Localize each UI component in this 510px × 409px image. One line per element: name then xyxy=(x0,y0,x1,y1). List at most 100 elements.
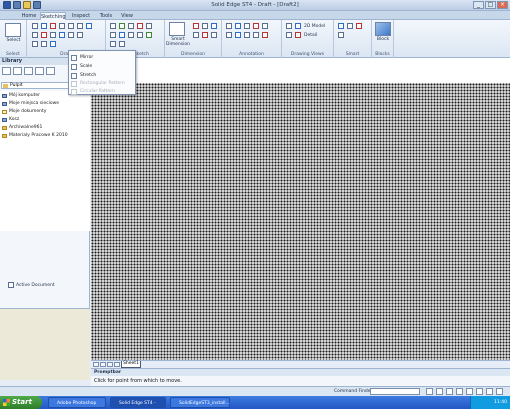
dimension-style-icon[interactable] xyxy=(211,32,217,38)
perpendicular-icon[interactable] xyxy=(110,32,116,38)
next-sheet-icon[interactable] xyxy=(107,362,113,367)
distance-between-icon[interactable] xyxy=(193,23,199,29)
symmetric-icon[interactable] xyxy=(128,32,134,38)
tab-inspect[interactable]: Inspect xyxy=(70,12,92,20)
menu-item-mirror[interactable]: Mirror xyxy=(69,53,135,62)
symmetric-diameter-icon[interactable] xyxy=(193,32,199,38)
tab-home[interactable]: Home xyxy=(20,12,38,20)
tree-item[interactable]: Materialy Pracowe K 2010 xyxy=(2,132,68,139)
section-view-icon[interactable] xyxy=(286,32,292,38)
close-icon[interactable]: × xyxy=(497,1,508,9)
tree-item[interactable]: Kosz xyxy=(2,116,19,123)
last-sheet-icon[interactable] xyxy=(114,362,120,367)
tab-view[interactable]: View xyxy=(118,12,136,20)
callout-icon[interactable] xyxy=(226,23,232,29)
first-sheet-icon[interactable] xyxy=(93,362,99,367)
concentric-icon[interactable] xyxy=(119,41,125,47)
collinear-icon[interactable] xyxy=(119,32,125,38)
up-folder-icon[interactable] xyxy=(13,67,22,75)
extend-icon[interactable] xyxy=(50,41,56,47)
tree-item[interactable]: Moje dokumenty xyxy=(2,108,46,115)
center-mark-icon[interactable] xyxy=(262,32,268,38)
spline-icon[interactable] xyxy=(41,41,47,47)
tree-item[interactable]: Archiwalne961 xyxy=(2,124,42,131)
taskbar-item-solid-edge[interactable]: Solid Edge ST4 - Draf... xyxy=(110,397,166,408)
circle-icon[interactable] xyxy=(50,23,56,29)
tab-tools[interactable]: Tools xyxy=(97,12,115,20)
prev-sheet-icon[interactable] xyxy=(100,362,106,367)
back-icon[interactable] xyxy=(2,67,11,75)
add-folder-icon[interactable] xyxy=(46,67,55,75)
smart-dimension-button[interactable]: Smart Dimension xyxy=(165,37,191,47)
maximize-icon[interactable]: □ xyxy=(485,1,496,9)
line-icon[interactable] xyxy=(32,23,38,29)
move-icon[interactable] xyxy=(59,32,65,38)
tree-item[interactable]: Moje miejsca sieciowe xyxy=(2,100,59,107)
command-finder-input[interactable] xyxy=(370,388,420,395)
equal-icon[interactable] xyxy=(137,23,143,29)
background-icon[interactable] xyxy=(486,388,493,395)
point-icon[interactable] xyxy=(32,41,38,47)
curve-icon[interactable] xyxy=(41,23,47,29)
fillet-icon[interactable] xyxy=(68,23,74,29)
chamfer-dimension-icon[interactable] xyxy=(202,32,208,38)
detail-view-icon[interactable] xyxy=(295,32,301,38)
smart-depth-icon[interactable] xyxy=(347,23,353,29)
tab-sketching[interactable]: Sketching xyxy=(40,12,66,20)
views-icon[interactable] xyxy=(35,67,44,75)
tangent-icon[interactable] xyxy=(146,23,152,29)
surface-texture-icon[interactable] xyxy=(244,23,250,29)
angle-between-icon[interactable] xyxy=(202,23,208,29)
datum-frame-icon[interactable] xyxy=(235,32,241,38)
connect-icon[interactable] xyxy=(110,23,116,29)
sheet-tab[interactable]: Sheet1 xyxy=(121,361,141,368)
fit-icon[interactable] xyxy=(446,388,453,395)
pan-icon[interactable] xyxy=(456,388,463,395)
fill-icon[interactable] xyxy=(77,32,83,38)
rectangle-icon[interactable] xyxy=(32,32,38,38)
view-wizard-icon[interactable] xyxy=(286,23,292,29)
drawing-canvas[interactable] xyxy=(91,58,510,360)
weld-symbol-icon[interactable] xyxy=(253,23,259,29)
feature-control-frame-icon[interactable] xyxy=(226,32,232,38)
smart-frame-icon[interactable] xyxy=(338,23,344,29)
sheet-view-icon[interactable] xyxy=(476,388,483,395)
leader-icon[interactable] xyxy=(244,32,250,38)
rotate-view-icon[interactable] xyxy=(466,388,473,395)
parallel-icon[interactable] xyxy=(128,23,134,29)
2d-model-icon[interactable] xyxy=(295,23,301,29)
tree-item[interactable]: Mój komputer xyxy=(2,92,40,99)
rotate-icon[interactable] xyxy=(68,32,74,38)
relate-icon[interactable] xyxy=(110,41,116,47)
trim-icon[interactable] xyxy=(77,23,83,29)
taskbar-item-installer[interactable]: SolidEdgeST3_install... xyxy=(170,397,230,408)
balloon-icon[interactable] xyxy=(235,23,241,29)
menu-item-scale[interactable]: Scale xyxy=(69,62,135,71)
detail-label[interactable]: Detail xyxy=(304,33,332,38)
active-document[interactable]: Active Document xyxy=(0,280,90,290)
smart-select-icon[interactable] xyxy=(338,32,344,38)
start-button[interactable]: Start xyxy=(0,396,42,409)
offset-icon[interactable] xyxy=(86,23,92,29)
select-arrow-icon[interactable] xyxy=(5,23,21,37)
2d-model-label[interactable]: 2D Model xyxy=(304,24,332,29)
settings-icon[interactable] xyxy=(496,388,503,395)
ellipse-icon[interactable] xyxy=(50,32,56,38)
polygon-icon[interactable] xyxy=(41,32,47,38)
text-icon[interactable] xyxy=(253,32,259,38)
lock-icon[interactable] xyxy=(137,32,143,38)
select-button[interactable]: Select xyxy=(0,38,27,43)
smart-dimension-icon[interactable] xyxy=(169,22,185,36)
zoom-icon[interactable] xyxy=(426,388,433,395)
smart-sketch-icon[interactable] xyxy=(356,23,362,29)
block-icon[interactable] xyxy=(375,22,391,36)
coordinate-dimension-icon[interactable] xyxy=(211,23,217,29)
zoom-area-icon[interactable] xyxy=(436,388,443,395)
arc-icon[interactable] xyxy=(59,23,65,29)
minimize-icon[interactable]: _ xyxy=(473,1,484,9)
rigid-icon[interactable] xyxy=(146,32,152,38)
taskbar-item-photoshop[interactable]: Adobe Photoshop xyxy=(48,397,106,408)
refresh-icon[interactable] xyxy=(24,67,33,75)
edge-condition-icon[interactable] xyxy=(262,23,268,29)
horizontal-icon[interactable] xyxy=(119,23,125,29)
